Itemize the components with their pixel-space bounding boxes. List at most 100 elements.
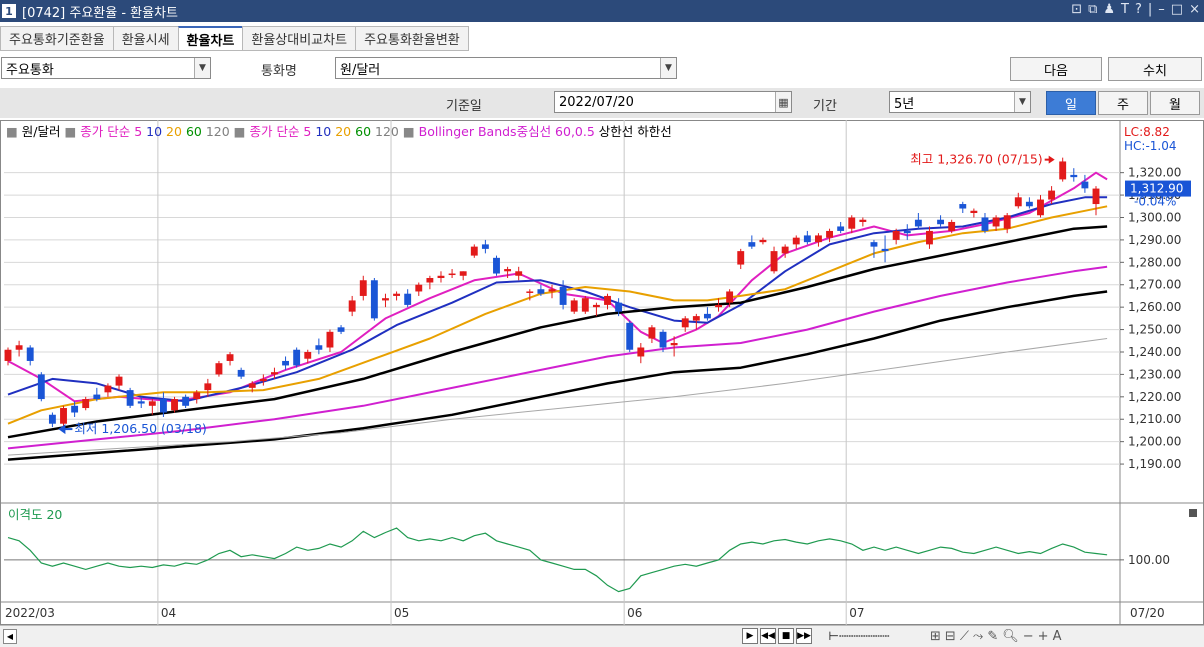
y-tick-label: 1,220.00 <box>1128 390 1181 404</box>
candle-body <box>382 298 389 301</box>
candle-body <box>115 376 123 386</box>
candle-body <box>159 399 167 413</box>
candle-body <box>826 230 833 238</box>
rewind-icon[interactable]: ◀◀ <box>760 628 776 644</box>
legend-item: 20 <box>335 124 355 139</box>
chevron-down-icon[interactable]: ▼ <box>1014 92 1030 112</box>
candle-body <box>581 298 589 312</box>
window-control-7[interactable]: □ <box>1171 2 1183 17</box>
interval-button-2[interactable]: 월 <box>1150 91 1200 115</box>
trend-tool-icon[interactable]: ⤳ <box>973 629 983 644</box>
candle-body <box>1025 201 1033 207</box>
subchart-baseline-label: 100.00 <box>1128 553 1170 567</box>
candle-body <box>759 239 767 243</box>
zoom-in-icon[interactable]: + <box>1038 629 1049 644</box>
period-select[interactable]: 5년 ▼ <box>889 91 1031 113</box>
window-control-2[interactable]: ♟ <box>1103 2 1115 17</box>
currency-select[interactable]: 원/달러 ▼ <box>335 57 677 79</box>
candle-body <box>903 230 911 234</box>
chart-scrollbar[interactable]: ◀ ▶ ◀◀ ■ ▶▶ ⊢┄┄┄┄┄┄┄ ⊞ ⊟ ⟋ ⤳ ✎ 🔍︎ − + A <box>0 625 1204 647</box>
candle-body <box>326 331 334 348</box>
scroll-left-icon[interactable]: ◀ <box>3 629 17 644</box>
font-size-icon[interactable]: A <box>1053 629 1062 644</box>
stop-icon[interactable]: ■ <box>778 628 794 644</box>
compare-icon[interactable]: ⊟ <box>945 629 956 644</box>
tab-3[interactable]: 환율상대비교차트 <box>242 26 356 51</box>
candle-body <box>104 385 112 393</box>
candle-body <box>648 327 656 339</box>
current-change-label: -0.04% <box>1134 195 1176 209</box>
window-controls[interactable]: ⊡ ⧉ ♟ T? | – □ × <box>1071 2 1200 17</box>
candle-body <box>437 275 445 279</box>
fast-forward-icon[interactable]: ▶▶ <box>796 628 812 644</box>
exchange-rate-chart[interactable]: 1,190.00 1,200.00 1,210.00 1,220.00 1,230.00… <box>0 120 1204 625</box>
candle-body <box>182 396 190 406</box>
candle-body <box>448 273 456 276</box>
candle-body <box>248 383 256 388</box>
candle-body <box>615 302 623 312</box>
line-tool-icon[interactable]: ⟋ <box>960 629 969 644</box>
y-tick-label: 1,270.00 <box>1128 278 1181 292</box>
next-button[interactable]: 다음 <box>1010 57 1102 81</box>
window-titlebar: 1 [0742] 주요환율 - 환율차트 ⊡ ⧉ ♟ T? | – □ × <box>0 0 1204 22</box>
tab-bar: 주요통화기준환율 환율시세 환율차트 환율상대비교차트 주요통화환율변환 <box>0 26 469 51</box>
window-control-8[interactable]: × <box>1189 2 1200 17</box>
legend-item: 10 <box>315 124 335 139</box>
candle-body <box>1037 199 1044 216</box>
candle-body <box>870 242 878 247</box>
candle-body <box>259 378 267 382</box>
group-select[interactable]: 주요통화 ▼ <box>1 57 211 79</box>
candle-body <box>715 304 722 308</box>
legend-item: ■ <box>234 124 250 139</box>
period-row: 기준일 2022/07/20 ▦ 기간 5년 ▼ 일주월 <box>0 88 1204 118</box>
y-tick-label: 1,190.00 <box>1128 457 1181 471</box>
draw-tool-icon[interactable]: ✎ <box>987 629 998 644</box>
candle-body <box>881 248 889 252</box>
window-control-1[interactable]: ⧉ <box>1088 2 1097 17</box>
candle-body <box>315 345 323 350</box>
calendar-icon[interactable]: ▦ <box>775 92 791 112</box>
tab-1[interactable]: 환율시세 <box>112 26 178 51</box>
legend-item: 60 <box>355 124 375 139</box>
candle-body <box>837 226 845 231</box>
tab-4[interactable]: 주요통화환율변환 <box>355 26 469 51</box>
window-control-3[interactable]: T <box>1121 2 1129 17</box>
candle-body <box>970 210 978 214</box>
interval-button-1[interactable]: 주 <box>1098 91 1148 115</box>
chevron-down-icon[interactable]: ▼ <box>194 58 210 78</box>
playback-controls: ▶ ◀◀ ■ ▶▶ ⊢┄┄┄┄┄┄┄ <box>742 628 904 644</box>
candle-body <box>948 221 956 231</box>
magnifier-icon[interactable]: 🔍︎ <box>1002 629 1019 644</box>
candle-body <box>604 295 611 305</box>
window-control-4[interactable]: ? <box>1135 2 1142 17</box>
hc-value: HC:-1.04 <box>1124 139 1177 153</box>
candle-body <box>792 237 800 245</box>
window-control-6[interactable]: – <box>1158 2 1165 17</box>
candle-body <box>1081 181 1089 189</box>
candle-body <box>126 390 134 406</box>
base-date-field[interactable]: 2022/07/20 ▦ <box>554 91 792 113</box>
candle-body <box>193 392 201 400</box>
window-control-0[interactable]: ⊡ <box>1071 2 1082 17</box>
candle-body <box>859 219 867 222</box>
play-icon[interactable]: ▶ <box>742 628 758 644</box>
candle-body <box>15 345 23 350</box>
tab-0[interactable]: 주요통화기준환율 <box>0 26 113 51</box>
zoom-out-icon[interactable]: − <box>1023 629 1034 644</box>
candle-body <box>60 408 67 424</box>
chevron-down-icon[interactable]: ▼ <box>660 58 676 78</box>
tab-2[interactable]: 환율차트 <box>177 26 243 51</box>
window-control-5[interactable]: | <box>1148 2 1152 17</box>
candle-body <box>204 383 212 391</box>
candle-body <box>148 401 156 406</box>
candle-body <box>426 278 434 283</box>
values-button[interactable]: 수치 <box>1108 57 1202 81</box>
zoom-slider-icon[interactable]: ⊢┄┄┄┄┄┄┄ <box>814 628 904 644</box>
interval-button-0[interactable]: 일 <box>1046 91 1096 115</box>
candle-body <box>137 401 145 404</box>
candle-body <box>1059 161 1067 180</box>
crosshair-icon[interactable]: ⊞ <box>930 629 941 644</box>
period-select-value: 5년 <box>894 96 915 112</box>
candle-body <box>937 219 945 225</box>
candle-body <box>537 289 545 294</box>
